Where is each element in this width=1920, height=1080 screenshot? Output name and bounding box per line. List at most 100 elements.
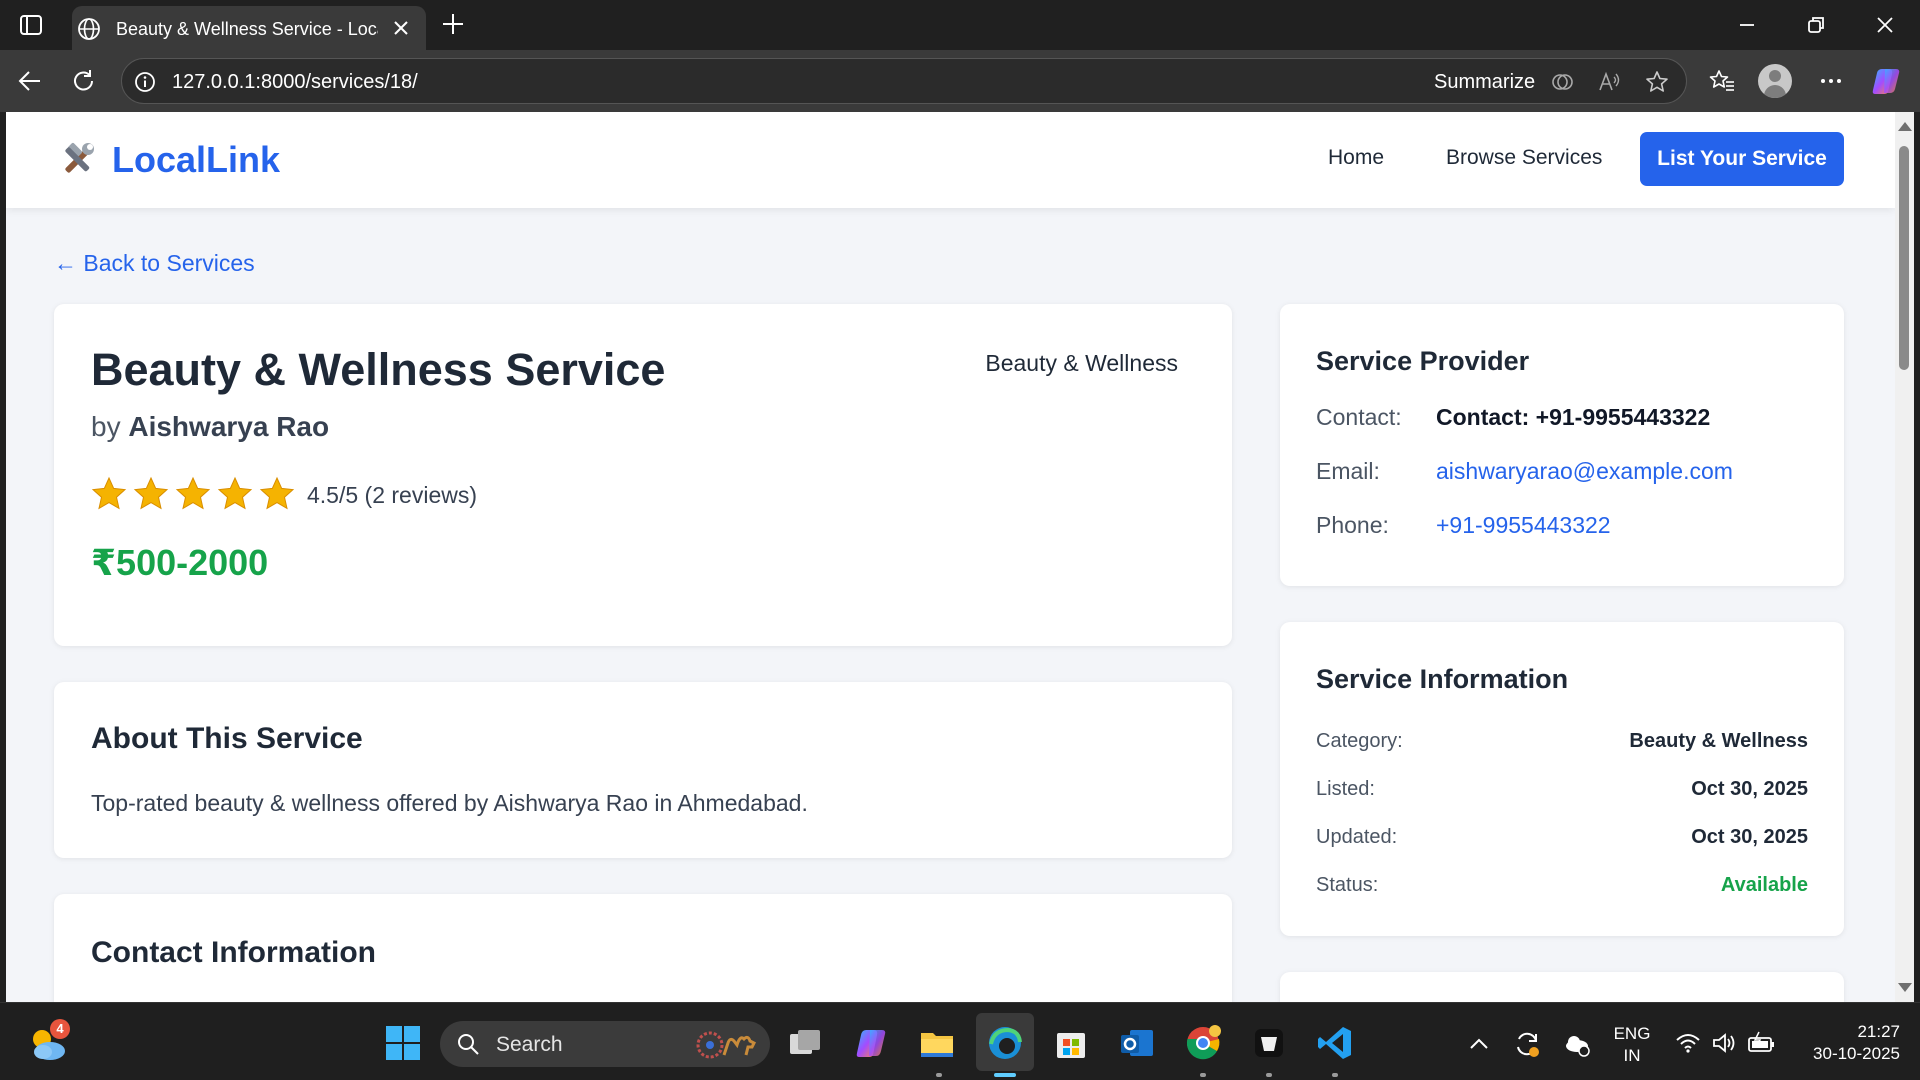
globe-icon [78,18,100,40]
windows-start-icon[interactable] [384,1024,422,1062]
contact-value: Contact: +91-9955443322 [1436,404,1711,430]
browser-toolbar: 127.0.0.1:8000/services/18/ Summarize [0,50,1920,112]
about-description: Top-rated beauty & wellness offered by A… [91,790,808,816]
nav-browse-services[interactable]: Browse Services [1446,146,1602,170]
service-provider-title: Service Provider [1316,346,1530,376]
clock-time: 21:27 [1857,1022,1900,1041]
clock[interactable]: 21:27 30-10-2025 [1790,1021,1900,1065]
contact-information-title: Contact Information [91,936,376,969]
back-arrow-icon[interactable] [16,67,44,95]
site-header: LocalLink Home Browse Services List Your… [6,112,1895,208]
vscode-icon[interactable] [1316,1024,1354,1062]
page-title: Beauty & Wellness Service [91,344,666,395]
onedrive-icon[interactable] [1562,1029,1592,1059]
dark-app-running-indicator [1266,1073,1272,1077]
info-status-label: Status: [1316,874,1379,896]
favorites-icon[interactable] [1708,67,1736,95]
info-status-value: Available [1720,874,1808,896]
phone-label: Phone: [1316,512,1389,538]
more-options-icon[interactable] [1817,67,1845,95]
address-bar[interactable]: 127.0.0.1:8000/services/18/ Summarize [121,58,1687,104]
scroll-down-arrow-icon[interactable] [1898,983,1912,992]
tools-icon [65,143,94,173]
email-label: Email: [1316,458,1380,484]
service-summary-card: Beauty & Wellness Service Beauty & Welln… [54,304,1232,646]
clock-date: 30-10-2025 [1813,1044,1900,1063]
weather-notification-badge: 4 [50,1019,70,1039]
star-icon [175,476,211,510]
edge-browser-icon[interactable] [986,1024,1024,1062]
language-indicator[interactable]: ENG IN [1612,1023,1652,1067]
page-scrollbar[interactable] [1895,112,1914,1002]
chrome-icon[interactable] [1184,1024,1222,1062]
summarize-button[interactable]: Summarize [1434,71,1535,94]
phone-link[interactable]: +91-9955443322 [1436,512,1611,539]
chrome-running-indicator [1200,1073,1206,1077]
copilot-icon[interactable] [1869,64,1903,98]
outlook-icon[interactable] [1118,1024,1156,1062]
star-icon [133,476,169,510]
logo-text: LocalLink [112,139,281,180]
dark-app-icon[interactable] [1250,1024,1288,1062]
email-link[interactable]: aishwaryarao@example.com [1436,458,1733,485]
new-tab-icon[interactable] [440,11,466,37]
language-code: ENG [1613,1024,1651,1043]
volume-icon[interactable] [1710,1029,1738,1057]
sync-icon[interactable] [1512,1029,1542,1059]
restore-icon[interactable] [1803,12,1829,38]
scroll-up-arrow-icon[interactable] [1898,122,1912,131]
battery-icon[interactable] [1746,1029,1776,1057]
close-window-icon[interactable] [1872,12,1898,38]
explorer-running-indicator [936,1073,942,1077]
list-your-service-button[interactable]: List Your Service [1640,132,1844,186]
profile-avatar[interactable] [1758,64,1792,98]
vscode-running-indicator [1332,1073,1338,1077]
star-icon [217,476,253,510]
copilot-compose-icon[interactable] [1549,69,1575,95]
browser-tab-bar: Beauty & Wellness Service - LocalLink [0,0,1920,50]
site-info-icon[interactable] [134,71,156,93]
edge-active-indicator [994,1073,1016,1077]
contact-information-card: Contact Information [54,894,1232,1002]
read-aloud-icon[interactable] [1596,69,1622,95]
favorite-star-icon[interactable] [1644,69,1670,95]
url-text[interactable]: 127.0.0.1:8000/services/18/ [172,71,418,94]
region-code: IN [1623,1046,1641,1065]
info-category-value: Beauty & Wellness [1629,730,1808,752]
back-to-services-link[interactable]: ← Back to Services [54,250,255,277]
search-label: Search [496,1033,563,1056]
service-information-card: Service Information Category: Beauty & W… [1280,622,1844,936]
minimize-icon[interactable] [1734,12,1760,38]
taskbar-search[interactable]: Search [440,1021,770,1067]
service-provider-card: Service Provider Contact: Contact: +91-9… [1280,304,1844,586]
task-view-icon[interactable] [786,1024,824,1062]
file-explorer-icon[interactable] [918,1024,956,1062]
search-icon [458,1034,479,1055]
microsoft-store-icon[interactable] [1052,1024,1090,1062]
search-highlight-camel-icon [696,1031,757,1059]
close-tab-icon[interactable] [390,17,412,39]
scrollbar-thumb[interactable] [1899,146,1909,370]
rating-stars [91,476,295,512]
about-card: About This Service Top-rated beauty & we… [54,682,1232,858]
byline-prefix: by [91,411,121,442]
chevron-up-icon[interactable] [1466,1031,1492,1057]
browser-tab-active[interactable]: Beauty & Wellness Service - LocalLink [72,6,426,50]
info-listed-value: Oct 30, 2025 [1691,778,1808,800]
contact-label: Contact: [1316,404,1402,430]
wifi-icon[interactable] [1674,1029,1702,1057]
tab-title: Beauty & Wellness Service - LocalLink [116,19,378,39]
info-updated-label: Updated: [1316,826,1398,848]
windows-taskbar: 4 Search ENG IN 21:27 30-10-2025 [0,1002,1920,1080]
site-logo[interactable]: LocalLink [58,139,281,180]
nav-home[interactable]: Home [1328,146,1384,170]
category-badge: Beauty & Wellness [985,350,1178,376]
about-title: About This Service [91,722,363,755]
rating-text: 4.5/5 (2 reviews) [307,482,478,508]
info-category-label: Category: [1316,730,1403,752]
copilot-app-icon[interactable] [852,1024,890,1062]
tab-actions-icon[interactable] [18,12,44,38]
window-border [1914,112,1920,1002]
refresh-icon[interactable] [70,67,98,95]
sidebar-card-partial [1280,972,1844,1002]
